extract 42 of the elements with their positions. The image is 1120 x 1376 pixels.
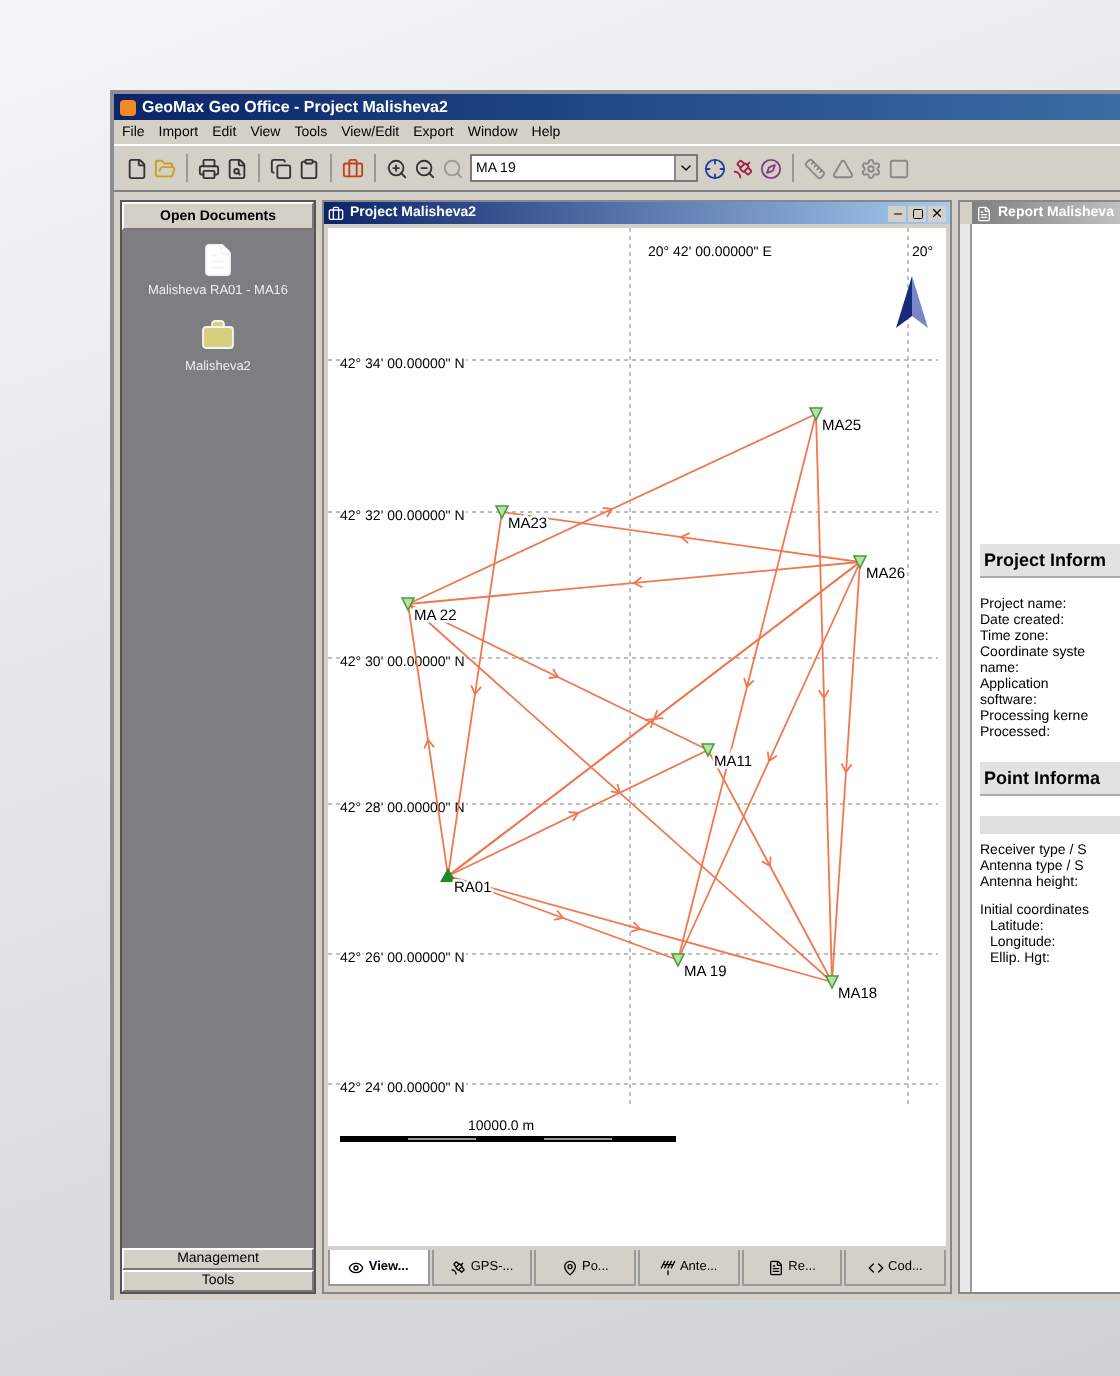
print-icon[interactable] xyxy=(198,157,220,179)
minimize-icon[interactable] xyxy=(888,205,906,221)
station-marker[interactable] xyxy=(400,597,416,612)
paste-icon[interactable] xyxy=(298,157,320,179)
new-file-icon[interactable] xyxy=(126,157,148,179)
document-icon[interactable] xyxy=(200,242,236,278)
station-marker[interactable] xyxy=(852,555,868,570)
station-marker[interactable] xyxy=(670,953,686,968)
compass-icon[interactable] xyxy=(760,157,782,179)
section-heading: Project Inform xyxy=(980,544,1120,578)
settings-icon[interactable] xyxy=(860,157,882,179)
tab-icon xyxy=(348,1259,365,1275)
station-marker[interactable] xyxy=(700,743,716,758)
briefcase-icon[interactable] xyxy=(342,157,364,179)
zoom-out-icon[interactable] xyxy=(414,157,436,179)
crosshair-icon[interactable] xyxy=(704,157,726,179)
square-icon[interactable] xyxy=(888,157,910,179)
station-marker[interactable] xyxy=(808,407,824,422)
station-marker[interactable] xyxy=(494,505,510,520)
tab-icon xyxy=(768,1259,785,1275)
tab-icon xyxy=(561,1259,578,1275)
dropdown-icon[interactable] xyxy=(674,156,696,180)
tab-icon xyxy=(450,1259,467,1275)
close-icon[interactable] xyxy=(928,205,946,221)
briefcase-icon[interactable] xyxy=(199,318,236,354)
briefcase-icon xyxy=(328,205,344,221)
window-title: GeoMax Geo Office - Project Malisheva2 xyxy=(142,98,448,116)
tab-icon xyxy=(868,1259,885,1275)
zoom-in-icon[interactable] xyxy=(386,157,408,179)
station-marker[interactable] xyxy=(440,868,456,882)
section-heading: Point Informa xyxy=(980,762,1120,796)
scrollbar[interactable] xyxy=(960,224,972,1292)
tab-icon xyxy=(659,1259,676,1275)
satellite-icon[interactable] xyxy=(732,157,754,179)
triangle-icon[interactable] xyxy=(832,157,854,179)
maximize-icon[interactable] xyxy=(908,205,926,221)
north-arrow-icon xyxy=(896,276,928,328)
ruler-icon[interactable] xyxy=(804,157,826,179)
station-marker[interactable] xyxy=(824,975,840,990)
print-preview-icon[interactable] xyxy=(226,157,248,179)
app-icon xyxy=(120,99,136,115)
copy-icon[interactable] xyxy=(270,157,292,179)
